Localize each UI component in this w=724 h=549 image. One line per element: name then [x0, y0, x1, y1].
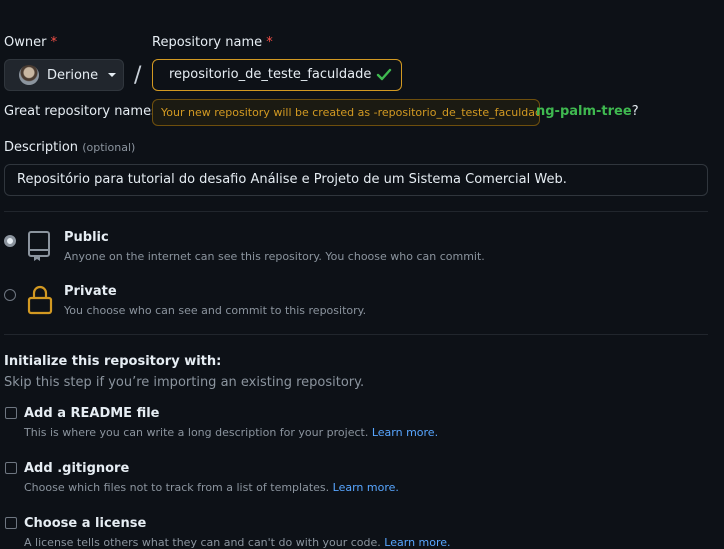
readme-learn-more-link[interactable]: Learn more. [372, 426, 438, 439]
owner-label: Owner * [4, 35, 57, 50]
init-subtitle: Skip this step if you’re importing an ex… [4, 375, 365, 390]
license-desc-text: A license tells others what they can and… [24, 536, 381, 549]
divider [4, 211, 708, 212]
public-title: Public [64, 230, 109, 245]
public-description: Anyone on the internet can see this repo… [64, 250, 485, 263]
repo-name-suggestion-line: ng-palm-tree? [536, 104, 639, 119]
gitignore-checkbox[interactable] [5, 462, 17, 474]
description-label-text: Description [4, 140, 79, 155]
owner-name: Derione [47, 67, 99, 83]
gitignore-title: Add .gitignore [24, 461, 130, 476]
init-title: Initialize this repository with: [4, 354, 222, 369]
description-optional: (optional) [82, 141, 136, 154]
private-radio[interactable] [4, 289, 16, 301]
license-title: Choose a license [24, 516, 147, 531]
owner-required-mark: * [50, 35, 58, 50]
readme-title: Add a README file [24, 406, 160, 421]
repo-required-mark: * [266, 35, 273, 50]
gitignore-desc-text: Choose which files not to track from a l… [24, 481, 330, 494]
private-title: Private [64, 284, 117, 299]
owner-dropdown[interactable]: Derione [4, 59, 124, 91]
repo-book-icon [28, 231, 50, 261]
avatar [19, 65, 39, 85]
owner-label-text: Owner [4, 35, 47, 50]
license-checkbox[interactable] [5, 517, 17, 529]
license-learn-more-link[interactable]: Learn more. [384, 536, 450, 549]
repo-name-label: Repository name * [152, 35, 273, 50]
readme-desc-text: This is where you can write a long descr… [24, 426, 369, 439]
description-label: Description (optional) [4, 140, 135, 155]
suggestion-suffix: ? [631, 104, 639, 119]
license-description: A license tells others what they can and… [24, 536, 451, 549]
readme-description: This is where you can write a long descr… [24, 426, 438, 439]
check-icon [376, 68, 392, 81]
repo-name-suggestion[interactable]: ng-palm-tree [536, 104, 632, 119]
readme-checkbox[interactable] [5, 407, 17, 419]
repo-name-hint: Great repository names [4, 104, 158, 119]
repo-name-label-text: Repository name [152, 35, 263, 50]
public-radio[interactable] [4, 235, 16, 247]
description-input[interactable]: Repositório para tutorial do desafio Aná… [4, 164, 708, 196]
chevron-down-icon [108, 73, 117, 77]
repo-name-input[interactable]: repositorio_de_teste_faculdade [152, 59, 402, 91]
lock-icon [27, 285, 53, 315]
divider [4, 334, 708, 335]
repo-name-tooltip: Your new repository will be created as -… [152, 99, 540, 126]
gitignore-description: Choose which files not to track from a l… [24, 481, 399, 494]
owner-repo-separator: / [134, 63, 142, 88]
private-description: You choose who can see and commit to thi… [64, 304, 367, 317]
gitignore-learn-more-link[interactable]: Learn more. [333, 481, 399, 494]
